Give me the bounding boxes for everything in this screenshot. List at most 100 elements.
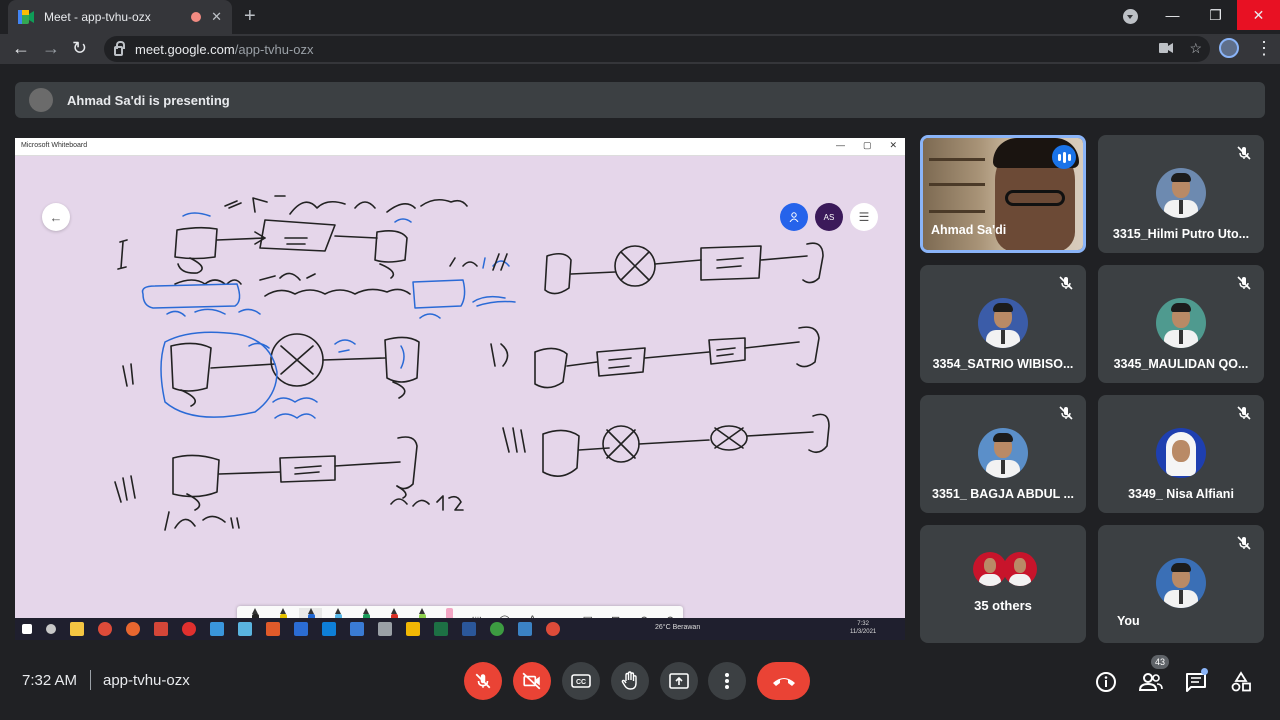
meeting-details-button[interactable] <box>1094 670 1118 694</box>
participant-name: 3345_MAULIDAN QO... <box>1113 357 1249 371</box>
taskbar-clock: 7:32 11/3/2021 <box>850 620 876 636</box>
window-close-button[interactable]: ✕ <box>1237 0 1280 30</box>
mic-off-icon <box>1236 535 1252 551</box>
chrome-icon <box>546 622 560 636</box>
whiteboard-titlebar: Microsoft Whiteboard — ▢ ✕ <box>15 138 905 156</box>
taskbar-weather: 26°C Berawan <box>655 624 701 631</box>
app-icon <box>378 622 392 636</box>
participant-count-badge: 43 <box>1151 655 1169 669</box>
participant-name: 3351_ BAGJA ABDUL ... <box>932 487 1074 501</box>
whiteboard-canvas: ← AS ☰ <box>15 156 905 634</box>
url-path: /app-tvhu-ozx <box>234 41 314 57</box>
mic-off-icon <box>1236 145 1252 161</box>
people-icon <box>1139 673 1163 691</box>
participant-avatar <box>978 298 1028 348</box>
firefox-icon <box>126 622 140 636</box>
meet-bottom-bar: 7:32 AM app-tvhu-ozx CC <box>0 650 1280 720</box>
participant-avatar <box>1156 558 1206 608</box>
reload-icon[interactable]: ↻ <box>72 38 87 59</box>
profile-avatar[interactable] <box>1219 38 1239 58</box>
presenting-banner: Ahmad Sa'di is presenting <box>15 82 1265 118</box>
whiteboard-app-title: Microsoft Whiteboard <box>21 142 88 149</box>
window-controls: — ❐ ✕ <box>1151 0 1280 30</box>
captions-button[interactable]: CC <box>562 662 600 700</box>
participant-avatar <box>1156 428 1206 478</box>
meeting-clock: 7:32 AM <box>22 672 78 689</box>
hang-up-icon <box>772 678 795 686</box>
app-icon <box>238 622 252 636</box>
raise-hand-button[interactable] <box>611 662 649 700</box>
camera-toggle-button[interactable] <box>513 662 551 700</box>
participant-name: Ahmad Sa'di <box>931 223 1007 237</box>
close-tab-icon[interactable]: ✕ <box>211 9 222 25</box>
participant-avatar <box>1003 552 1037 586</box>
app-icon <box>518 622 532 636</box>
browser-tab-title: Meet - app-tvhu-ozx <box>44 10 151 24</box>
app-icon <box>350 622 364 636</box>
browser-menu-icon[interactable]: ⋮ <box>1255 38 1273 59</box>
lock-icon[interactable] <box>114 41 125 56</box>
new-tab-button[interactable]: + <box>244 5 256 28</box>
mic-off-icon <box>1236 405 1252 421</box>
participant-avatar <box>978 428 1028 478</box>
browser-tab-strip: Meet - app-tvhu-ozx ✕ + — ❐ ✕ <box>0 0 1280 34</box>
more-options-button[interactable] <box>708 662 746 700</box>
excel-icon <box>434 622 448 636</box>
browser-tab-meet[interactable]: Meet - app-tvhu-ozx ✕ <box>8 0 232 34</box>
mic-toggle-button[interactable] <box>464 662 502 700</box>
chrome-icon <box>98 622 112 636</box>
activities-button[interactable] <box>1229 670 1253 694</box>
others-tile[interactable]: 35 others <box>920 525 1086 643</box>
divider <box>90 670 91 690</box>
hand-icon <box>621 671 637 690</box>
mic-off-icon <box>1058 275 1074 291</box>
participant-name: 3354_SATRIO WIBISO... <box>932 357 1074 371</box>
info-icon <box>1096 672 1116 692</box>
minimize-button[interactable]: — <box>1151 0 1194 30</box>
chat-icon <box>1186 673 1206 692</box>
mail-icon <box>210 622 224 636</box>
bookmark-star-icon[interactable]: ☆ <box>1189 40 1202 57</box>
present-screen-button[interactable] <box>660 662 698 700</box>
participant-name: You <box>1117 614 1140 628</box>
participant-tile[interactable]: 3315_Hilmi Putro Uto... <box>1098 135 1264 253</box>
self-tile[interactable]: You <box>1098 525 1264 643</box>
whiteboard-minimize-icon: — <box>835 140 845 150</box>
browser-toolbar: ← → ↻ meet.google.com /app-tvhu-ozx ☆ <box>0 34 1280 64</box>
presenting-text: Ahmad Sa'di is presenting <box>67 92 230 108</box>
participant-tile[interactable]: 3345_MAULIDAN QO... <box>1098 265 1264 383</box>
participant-tile[interactable]: 3349_ Nisa Alfiani <box>1098 395 1264 513</box>
shared-taskbar: 26°C Berawan 7:32 11/3/2021 <box>15 618 905 640</box>
mic-off-icon <box>475 673 491 689</box>
participants-button[interactable] <box>1139 670 1163 694</box>
leave-call-button[interactable] <box>757 662 810 700</box>
restore-button[interactable]: ❐ <box>1194 0 1237 30</box>
forward-arrow-icon[interactable]: → <box>42 38 60 59</box>
recording-indicator-icon <box>191 12 202 22</box>
camera-permission-icon[interactable] <box>1159 40 1174 57</box>
app-icon <box>490 622 504 636</box>
mic-off-icon <box>1236 275 1252 291</box>
app-icon <box>154 622 168 636</box>
participant-tile[interactable]: 3351_ BAGJA ABDUL ... <box>920 395 1086 513</box>
camera-off-icon <box>522 672 541 690</box>
taskbar-date: 11/3/2021 <box>850 629 877 635</box>
sticky-notes-icon <box>406 622 420 636</box>
vscode-icon <box>322 622 336 636</box>
participant-avatar <box>1156 298 1206 348</box>
google-meet-icon <box>18 10 34 24</box>
windows-start-icon <box>22 624 32 634</box>
opera-icon <box>182 622 196 636</box>
address-bar[interactable]: meet.google.com /app-tvhu-ozx ☆ <box>104 36 1210 62</box>
participant-tile[interactable]: 3354_SATRIO WIBISO... <box>920 265 1086 383</box>
shared-screen: Microsoft Whiteboard — ▢ ✕ ← AS ☰ 26°C B… <box>15 138 905 640</box>
present-screen-icon <box>669 673 689 689</box>
participant-tile-presenter[interactable]: Ahmad Sa'di <box>920 135 1086 253</box>
tab-search-icon[interactable] <box>1123 9 1138 24</box>
participant-name: 35 others <box>974 598 1032 613</box>
back-arrow-icon[interactable]: ← <box>12 38 30 59</box>
participant-avatar <box>1156 168 1206 218</box>
svg-text:CC: CC <box>576 679 586 686</box>
file-explorer-icon <box>70 622 84 636</box>
search-icon <box>46 624 56 634</box>
